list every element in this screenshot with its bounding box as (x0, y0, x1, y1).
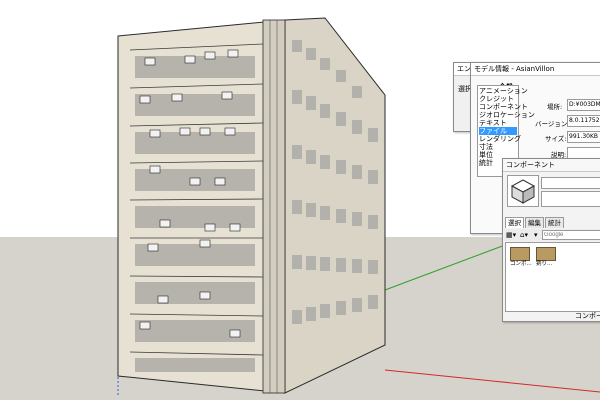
components-panel[interactable]: コンポーネント 選択 編集 統計 ▦▾ ⌂▾ ▾ コンポ... 劉り... コン… (502, 158, 600, 322)
green-axis (384, 244, 506, 291)
model-info-title: モデル情報 - AsianVillon (474, 65, 555, 73)
component-thumbnail-label: 劉り... (536, 261, 553, 267)
location-field[interactable]: D:¥003DModel (567, 99, 600, 111)
component-thumbnail[interactable]: コンポ... (510, 247, 532, 269)
home-icon[interactable]: ⌂▾ (520, 231, 528, 239)
version-field[interactable]: 8.0.11752 (567, 115, 600, 127)
view-options-icon[interactable]: ▦▾ (506, 231, 516, 239)
category-item[interactable]: コンポーネント (479, 103, 528, 111)
component-preview (507, 175, 539, 207)
components-title: コンポーネント (506, 161, 555, 169)
location-label: 場所: (547, 103, 563, 111)
navigation-icon[interactable]: ▾ (534, 231, 538, 239)
search-input[interactable] (542, 230, 600, 240)
category-item[interactable]: レンダリング (479, 135, 521, 143)
building-pillar (262, 19, 286, 394)
category-item[interactable]: 寸法 (479, 143, 517, 151)
front-windows (135, 56, 255, 372)
components-footer: コンポーネ (575, 312, 600, 320)
tab-select[interactable]: 選択 (505, 217, 524, 228)
folder-icon (536, 247, 556, 261)
category-item[interactable]: アニメーション (479, 87, 528, 95)
model-info-titlebar[interactable]: モデル情報 - AsianVillon (471, 63, 600, 76)
folder-icon (510, 247, 530, 261)
tab-edit[interactable]: 編集 (525, 217, 544, 228)
tab-statistics[interactable]: 統計 (545, 217, 564, 228)
component-thumbnail-label: コンポ... (510, 261, 532, 267)
category-item[interactable]: クレジット (479, 95, 517, 103)
component-list[interactable]: コンポ... 劉り... (505, 242, 600, 312)
browser-toolbar: ▦▾ ⌂▾ ▾ (504, 229, 600, 241)
category-item[interactable]: テキスト (479, 119, 517, 127)
version-label: バージョン: (535, 120, 570, 128)
red-axis (384, 369, 600, 393)
component-name-field[interactable] (541, 177, 600, 189)
size-label: サイズ: (545, 135, 567, 143)
component-description-field[interactable] (541, 191, 600, 207)
size-field[interactable]: 991.30KB (101 (567, 131, 600, 143)
cube-icon (510, 179, 536, 204)
components-titlebar[interactable]: コンポーネント (503, 159, 600, 172)
category-item[interactable]: ジオロケーション (479, 111, 535, 119)
component-thumbnail[interactable]: 劉り... (536, 247, 556, 269)
category-item-selected[interactable]: ファイル (479, 127, 517, 135)
